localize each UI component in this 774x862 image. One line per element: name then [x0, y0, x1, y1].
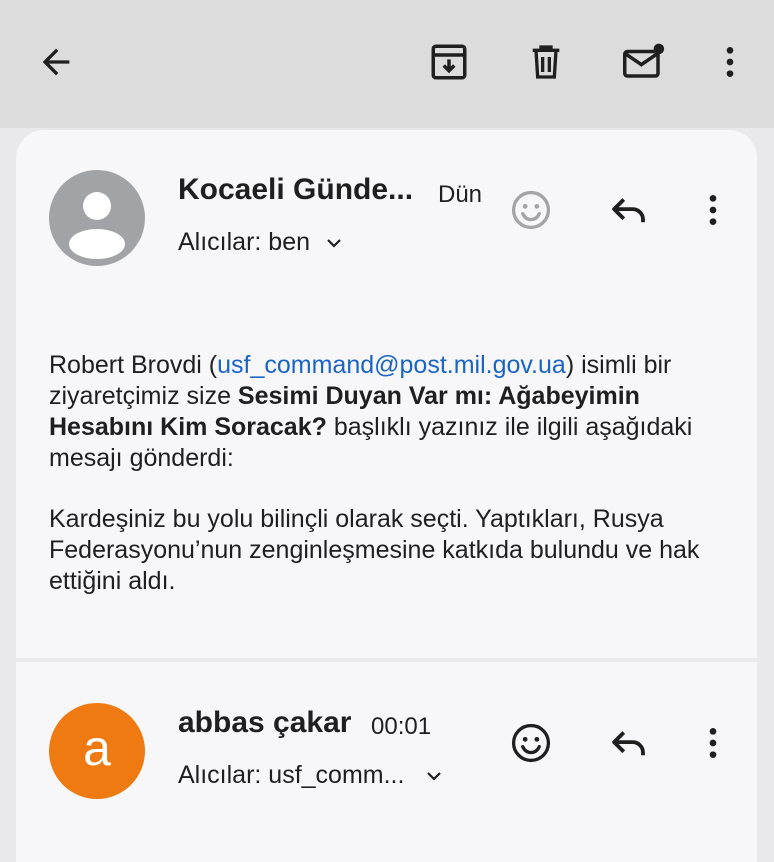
recipients-label: Alıcılar: usf_comm... [178, 761, 405, 789]
chevron-down-icon [322, 231, 346, 255]
archive-icon [431, 44, 467, 80]
top-app-bar [0, 0, 774, 128]
recipients-label: Alıcılar: ben [178, 228, 311, 256]
delete-button[interactable] [516, 32, 576, 92]
reply-icon [612, 731, 645, 756]
more-options-button[interactable] [700, 32, 760, 92]
body-paragraph: Kardeşiniz bu yolu bilinçli olarak seçti… [49, 505, 700, 595]
person-placeholder-icon [69, 192, 125, 259]
reply-button[interactable] [601, 715, 657, 771]
message-more-button[interactable] [685, 715, 741, 771]
add-reaction-button[interactable] [503, 715, 559, 771]
message-card: a abbas çakar 00:01 Alıcılar: usf_comm..… [16, 662, 757, 862]
body-text-run: Robert Brovdi ( [49, 351, 218, 379]
email-link[interactable]: usf_command@post.mil.gov.ua [217, 351, 566, 379]
emoji-icon [511, 190, 551, 230]
sender-name[interactable]: abbas çakar [178, 706, 351, 740]
mail-unread-icon [623, 43, 665, 78]
message-more-button[interactable] [685, 182, 741, 238]
add-reaction-button[interactable] [503, 182, 559, 238]
more-vert-icon [726, 47, 734, 77]
arrow-left-icon [42, 48, 70, 76]
archive-button[interactable] [419, 32, 479, 92]
recipients-toggle[interactable]: Alıcılar: usf_comm... [178, 761, 446, 790]
message-body: Robert Brovdi (usf_command@post.mil.gov.… [49, 350, 739, 597]
avatar[interactable] [49, 170, 145, 266]
trash-icon [532, 45, 560, 79]
reply-button[interactable] [601, 182, 657, 238]
chevron-down-icon [422, 764, 446, 788]
message-time: 00:01 [371, 713, 432, 740]
more-vert-icon [709, 195, 717, 225]
back-button[interactable] [26, 32, 86, 92]
mark-unread-button[interactable] [614, 32, 674, 92]
sender-name[interactable]: Kocaeli Günde... [178, 173, 413, 207]
message-card: Kocaeli Günde... Dün Alıcılar: ben Rober… [16, 130, 757, 658]
emoji-icon [511, 723, 551, 763]
message-time: Dün [438, 181, 483, 208]
recipients-toggle[interactable]: Alıcılar: ben [178, 228, 346, 257]
reply-icon [612, 198, 645, 223]
avatar-letter: a [83, 720, 111, 776]
body-paragraph: Robert Brovdi (usf_command@post.mil.gov.… [49, 350, 739, 474]
more-vert-icon [709, 728, 717, 758]
avatar[interactable]: a [49, 703, 145, 799]
